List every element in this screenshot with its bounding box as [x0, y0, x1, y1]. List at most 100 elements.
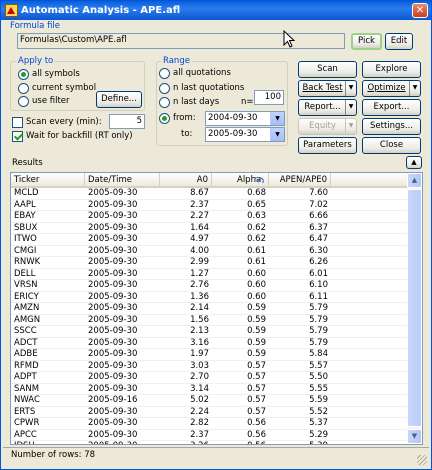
- settings-button[interactable]: Settings...: [362, 118, 421, 135]
- all-quotations-radio[interactable]: [159, 68, 170, 79]
- optimize-button[interactable]: Optimize ▼: [362, 80, 421, 97]
- table-row[interactable]: ADBE 2005-09-30 1.97 0.59 5.84: [11, 349, 409, 361]
- parameters-button[interactable]: Parameters: [298, 137, 357, 154]
- datetime-cell: 2005-09-30: [88, 234, 138, 244]
- column-header-datetime[interactable]: Date/Time: [85, 173, 160, 188]
- a0-cell: 2.14: [190, 303, 209, 313]
- n-last-days-label[interactable]: n last days: [173, 97, 219, 107]
- n-input[interactable]: 100: [254, 90, 284, 105]
- all-symbols-label[interactable]: all symbols: [32, 69, 80, 79]
- column-header-apen-ape0[interactable]: APEN/APE0: [269, 173, 331, 188]
- use-filter-radio[interactable]: [18, 96, 29, 107]
- column-header-alpha[interactable]: Alpha: [212, 173, 269, 188]
- table-row[interactable]: AMGN 2005-09-30 1.56 0.59 5.79: [11, 315, 409, 326]
- n-last-quotations-label[interactable]: n last quotations: [173, 83, 244, 93]
- ticker-cell: RFMD: [14, 360, 39, 371]
- apen-ape0-cell: 7.02: [309, 199, 328, 210]
- title-bar[interactable]: Automatic Analysis - APE.afl ✕: [1, 1, 431, 20]
- table-row[interactable]: NWAC 2005-09-16 5.02 0.57 5.59: [11, 395, 409, 407]
- a0-cell: 4.97: [190, 234, 209, 244]
- table-row[interactable]: AAPL 2005-09-30 2.37 0.65 7.02: [11, 199, 409, 211]
- current-symbol-label[interactable]: current symbol: [32, 83, 96, 93]
- back-test-button[interactable]: Back Test ▼: [298, 80, 357, 97]
- table-row[interactable]: ERTS 2005-09-30 2.24 0.57 5.52: [11, 406, 409, 418]
- table-row[interactable]: DELL 2005-09-30 1.27 0.60 6.01: [11, 268, 409, 280]
- close-button[interactable]: Close: [362, 137, 421, 154]
- table-row[interactable]: SBUX 2005-09-30 1.64 0.62 6.37: [11, 222, 409, 234]
- export-button[interactable]: Export...: [362, 99, 421, 116]
- table-row[interactable]: CMGI 2005-09-30 4.00 0.61 6.30: [11, 245, 409, 257]
- table-row[interactable]: RNWK 2005-09-30 2.99 0.61 6.26: [11, 257, 409, 269]
- alpha-cell: 0.56: [247, 429, 266, 440]
- from-radio[interactable]: [159, 113, 170, 124]
- column-header-a0[interactable]: A0: [160, 173, 212, 188]
- define-button[interactable]: Define...: [96, 91, 142, 108]
- table-row[interactable]: ITWO 2005-09-30 4.97 0.62 6.47: [11, 234, 409, 246]
- app-icon: [5, 4, 18, 17]
- explore-button[interactable]: Explore: [362, 61, 421, 78]
- table-row[interactable]: ADPT 2005-09-30 2.70 0.57 5.50: [11, 372, 409, 384]
- table-row[interactable]: VRSN 2005-09-30 2.76 0.60 6.10: [11, 280, 409, 292]
- alpha-cell: 0.61: [247, 257, 266, 267]
- all-quotations-label[interactable]: all quotations: [173, 68, 231, 78]
- n-last-days-radio[interactable]: [159, 97, 170, 108]
- vertical-scrollbar[interactable]: ▲ ▼: [407, 173, 422, 444]
- table-row[interactable]: ADCT 2005-09-30 3.16 0.59 5.79: [11, 337, 409, 349]
- close-window-button[interactable]: ✕: [412, 3, 428, 18]
- column-header-ticker[interactable]: Ticker: [11, 173, 85, 188]
- current-symbol-radio[interactable]: [18, 83, 29, 94]
- scan-every-checkbox[interactable]: [12, 117, 23, 128]
- table-row[interactable]: JDSU 2005-09-303.260.565.39: [11, 441, 409, 444]
- formula-path-field[interactable]: Formulas\Custom\APE.afl: [17, 33, 345, 49]
- results-list[interactable]: Ticker Date/Time A0 Alpha APEN/APE0 MCLD…: [10, 172, 423, 445]
- n-last-quotations-radio[interactable]: [159, 83, 170, 94]
- scrollbar-thumb[interactable]: [407, 189, 422, 427]
- resize-grip-icon[interactable]: [417, 455, 427, 465]
- scan-button[interactable]: Scan: [298, 61, 357, 78]
- report-button[interactable]: Report... ▼: [298, 99, 357, 116]
- table-row[interactable]: RFMD 2005-09-30 3.03 0.57 5.57: [11, 360, 409, 372]
- ticker-cell: CMGI: [14, 245, 37, 256]
- to-label: to:: [181, 129, 193, 139]
- edit-button[interactable]: Edit: [385, 33, 413, 50]
- table-row[interactable]: AMZN 2005-09-30 2.14 0.59 5.79: [11, 303, 409, 315]
- datetime-cell: 2005-09-30: [88, 418, 138, 428]
- alpha-cell: 0.57: [247, 383, 266, 394]
- ticker-cell: ERTS: [14, 406, 36, 417]
- scan-every-input[interactable]: 5: [109, 114, 145, 129]
- apen-ape0-cell: 5.79: [309, 337, 328, 348]
- chevron-down-icon[interactable]: ▼: [270, 128, 284, 141]
- chevron-down-icon[interactable]: ▼: [270, 112, 284, 125]
- table-row[interactable]: MCLD 2005-09-30 8.67 0.68 7.60: [11, 188, 409, 200]
- apen-ape0-cell: 6.47: [309, 234, 328, 244]
- datetime-cell: 2005-09-30: [88, 199, 138, 210]
- chevron-down-icon[interactable]: ▼: [345, 119, 356, 134]
- all-symbols-radio[interactable]: [18, 69, 29, 80]
- a0-cell: 1.64: [190, 222, 209, 233]
- table-row[interactable]: APCC 2005-09-30 2.37 0.56 5.29: [11, 429, 409, 441]
- scroll-up-icon[interactable]: ▲: [407, 173, 422, 188]
- datetime-cell: 2005-09-30: [88, 406, 138, 417]
- from-date-picker[interactable]: 2004-09-30 ▼: [205, 111, 285, 126]
- alpha-cell: 0.56: [247, 418, 266, 428]
- pick-button[interactable]: Pick: [351, 33, 382, 50]
- scroll-down-icon[interactable]: ▼: [407, 429, 422, 444]
- table-row[interactable]: SSCC 2005-09-30 2.13 0.59 5.79: [11, 326, 409, 338]
- to-date-picker[interactable]: 2005-09-30 ▼: [205, 127, 285, 142]
- chevron-down-icon[interactable]: ▼: [409, 81, 420, 96]
- ticker-cell: DELL: [14, 268, 36, 279]
- chevron-down-icon[interactable]: ▼: [345, 81, 356, 96]
- chevron-down-icon[interactable]: ▼: [345, 100, 356, 115]
- table-row[interactable]: CPWR 2005-09-30 2.82 0.56 5.37: [11, 418, 409, 430]
- wait-backfill-checkbox[interactable]: [12, 131, 23, 142]
- alpha-cell: 0.59: [247, 326, 266, 336]
- table-row[interactable]: SANM 2005-09-30 3.14 0.57 5.55: [11, 383, 409, 395]
- use-filter-label[interactable]: use filter: [32, 96, 70, 106]
- equity-button[interactable]: Equity ▼: [298, 118, 357, 135]
- table-row[interactable]: EBAY 2005-09-30 2.27 0.63 6.66: [11, 211, 409, 223]
- a0-cell: 2.27: [190, 211, 209, 221]
- table-row[interactable]: ERICY 2005-09-30 1.36 0.60 6.11: [11, 292, 409, 303]
- collapse-results-button[interactable]: ▲: [406, 156, 422, 169]
- a0-cell: 2.24: [190, 406, 209, 417]
- datetime-cell: 2005-09-30: [88, 337, 138, 348]
